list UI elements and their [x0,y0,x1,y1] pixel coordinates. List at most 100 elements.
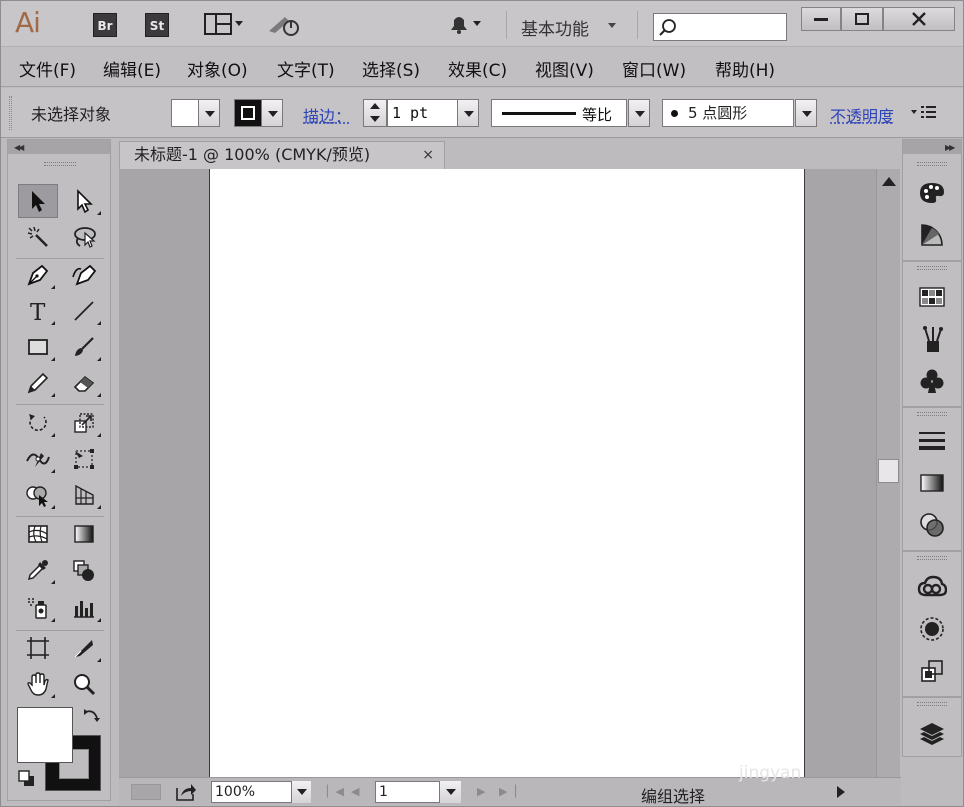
brush-definition[interactable]: 5 点圆形 [662,99,794,127]
transform-panel-button[interactable] [915,654,949,688]
dock-grip[interactable] [917,266,947,270]
dock-grip[interactable] [917,556,947,560]
document-tab[interactable]: 未标题-1 @ 100% (CMYK/预览) × [119,141,445,169]
control-bar-grip[interactable] [9,96,12,130]
lasso-tool[interactable] [64,220,104,254]
swatches-panel-button[interactable] [915,280,949,314]
previous-artboard-icon[interactable]: ◀ [351,785,359,798]
color-panel-button[interactable] [915,176,949,210]
swap-fill-stroke-button[interactable] [82,706,102,730]
rectangle-tool[interactable] [18,330,58,364]
dock-grip[interactable] [917,702,947,706]
symbol-sprayer-tool[interactable] [18,591,58,625]
menu-window[interactable]: 窗口(W) [622,56,686,81]
direct-selection-tool[interactable] [64,184,104,218]
tools-panel-header[interactable]: ◀◀ [8,140,110,154]
appearance-panel-button[interactable] [915,612,949,646]
dock-header[interactable]: ▶▶ [903,140,961,154]
symbols-panel-button[interactable] [915,364,949,398]
artboard-tool[interactable] [18,631,58,665]
pen-tool[interactable] [18,258,58,292]
menu-select[interactable]: 选择(S) [362,56,420,81]
pencil-tool[interactable] [18,366,58,400]
color-guide-panel-button[interactable] [915,218,949,252]
zoom-tool[interactable] [64,667,104,701]
blend-tool[interactable] [64,553,104,587]
zoom-dropdown[interactable] [291,781,311,803]
mesh-tool[interactable] [18,517,58,551]
transparency-panel-button[interactable] [915,508,949,542]
fill-dropdown[interactable] [198,99,220,127]
rotate-tool[interactable] [18,406,58,440]
free-transform-tool[interactable] [64,442,104,476]
curvature-tool[interactable] [64,258,104,292]
perspective-grid-tool[interactable] [64,478,104,512]
menu-effect[interactable]: 效果(C) [448,56,507,81]
selection-tool[interactable] [18,184,58,218]
last-artboard-icon[interactable]: ▶▕ [499,785,516,798]
control-bar-menu-button[interactable] [910,103,938,123]
stroke-swatch[interactable] [234,99,262,127]
stroke-dropdown[interactable] [261,99,283,127]
gradient-tool[interactable] [64,517,104,551]
scrollbar-thumb[interactable] [878,459,899,483]
workspace-switcher[interactable]: 基本功能 [521,15,589,40]
magic-wand-tool[interactable] [18,220,58,254]
fill-color-swatch[interactable] [17,707,73,763]
vertical-scrollbar[interactable] [876,169,900,777]
first-artboard-icon[interactable]: ▏◀ [327,785,344,798]
dock-grip[interactable] [917,162,947,166]
gpu-performance-button[interactable] [267,11,303,37]
paintbrush-tool[interactable] [64,330,104,364]
column-graph-tool[interactable] [64,591,104,625]
maximize-button[interactable] [841,7,883,31]
bridge-button[interactable]: Br [93,13,117,37]
stock-button[interactable]: St [145,13,169,37]
gradient-panel-button[interactable] [915,466,949,500]
artboard[interactable] [209,169,805,777]
line-segment-tool[interactable] [64,294,104,328]
tools-panel-grip[interactable] [44,162,76,166]
fill-swatch[interactable] [171,99,199,127]
stroke-weight-field[interactable]: 1 pt [387,99,459,127]
stroke-panel-button[interactable] [915,424,949,458]
menu-view[interactable]: 视图(V) [535,56,594,81]
libraries-panel-button[interactable] [915,570,949,604]
stroke-weight-dropdown[interactable] [457,99,479,127]
search-input[interactable] [653,13,787,41]
menu-type[interactable]: 文字(T) [277,56,335,81]
dock-grip[interactable] [917,412,947,416]
scale-tool[interactable] [64,406,104,440]
notifications-button[interactable] [445,11,487,37]
shape-builder-tool[interactable] [18,478,58,512]
hand-tool[interactable] [18,667,58,701]
profile-dropdown[interactable] [628,99,650,127]
scroll-up-icon[interactable] [882,177,896,186]
minimize-button[interactable] [801,7,841,31]
slice-tool[interactable] [64,631,104,665]
layers-panel-button[interactable] [915,716,949,750]
menu-edit[interactable]: 编辑(E) [103,56,161,81]
width-tool[interactable] [18,442,58,476]
eyedropper-tool[interactable] [18,553,58,587]
menu-help[interactable]: 帮助(H) [715,56,775,81]
arrange-documents-button[interactable] [203,11,247,37]
menu-file[interactable]: 文件(F) [19,56,76,81]
menu-object[interactable]: 对象(O) [187,56,248,81]
tab-close-button[interactable]: × [422,142,434,168]
default-fill-stroke-button[interactable] [18,770,36,792]
brushes-panel-button[interactable] [915,322,949,356]
status-menu-icon[interactable] [837,786,845,798]
variable-width-profile[interactable]: 等比 [491,99,627,127]
share-button[interactable] [175,782,197,806]
stroke-weight-stepper[interactable] [363,99,387,127]
stroke-panel-link[interactable]: 描边： [303,103,351,127]
opacity-panel-link[interactable]: 不透明度 [830,103,894,127]
eraser-tool[interactable] [64,366,104,400]
brush-dropdown[interactable] [795,99,817,127]
close-button[interactable] [883,7,955,31]
artboard-dropdown[interactable] [439,781,461,803]
type-tool[interactable]: T [18,294,58,328]
pasteboard[interactable] [119,169,876,777]
next-artboard-icon[interactable]: ▶ [477,785,485,798]
